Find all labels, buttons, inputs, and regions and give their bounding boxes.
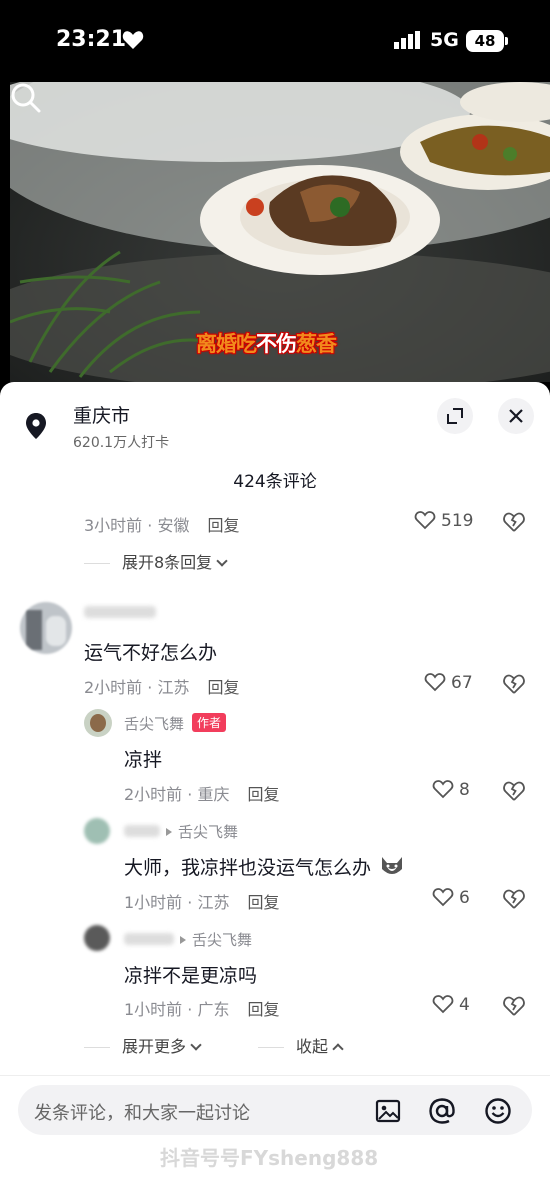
dislike-icon[interactable] [502, 672, 526, 696]
at-icon[interactable] [428, 1097, 456, 1125]
network-label: 5G [430, 29, 459, 51]
caption-part-c: 葱香 [296, 332, 337, 356]
like-count: 67 [451, 673, 473, 693]
reply-button[interactable]: 回复 [207, 678, 239, 697]
image-icon[interactable] [374, 1097, 402, 1125]
collapse-label: 收起 [296, 1037, 329, 1056]
avatar[interactable] [84, 818, 110, 844]
comment-text: 运气不好怎么办 [84, 642, 218, 664]
reply-button[interactable]: 回复 [247, 1000, 279, 1019]
close-icon [509, 409, 523, 423]
expand-replies-button[interactable]: 展开8条回复 [84, 549, 228, 573]
like-icon [432, 995, 454, 1014]
avatar[interactable] [84, 709, 112, 737]
author-tag: 作者 [192, 713, 227, 732]
reply-text: 大师，我凉拌也没运气怎么办 [124, 853, 405, 880]
reply-text: 凉拌 [124, 749, 163, 771]
close-button[interactable] [498, 398, 534, 434]
emoji-icon[interactable] [484, 1097, 512, 1125]
collapse-button[interactable]: 收起 [258, 1033, 344, 1057]
caption-part-b: 不伤 [256, 332, 297, 356]
expand-more-label: 展开更多 [122, 1037, 187, 1056]
heart-icon [122, 31, 144, 49]
reply-username[interactable]: 舌尖飞舞 作者 [124, 713, 227, 734]
video-caption: 离婚吃不伤葱香 [196, 328, 337, 358]
watermark: 抖音号号FYsheng888 [160, 1146, 379, 1170]
location-stats: 620.1万人打卡 [73, 435, 170, 451]
dislike-icon[interactable] [502, 994, 526, 1018]
reply-time-location: 1小时前 · 广东 [124, 1000, 230, 1019]
reply-meta: 1小时前 · 江苏 回复 [124, 889, 279, 913]
video-player[interactable]: 离婚吃不伤葱香 [10, 82, 550, 382]
comment-panel: 重庆市 620.1万人打卡 424条评论 3小时前 · 安徽 回复 519 展开8… [0, 382, 550, 1191]
caption-part-a: 离婚吃 [196, 332, 257, 356]
comment-meta: 2小时前 · 江苏 回复 [84, 674, 239, 698]
like-icon [432, 888, 454, 907]
reply-to-name: 舌尖飞舞 [192, 931, 253, 949]
expand-icon [447, 408, 463, 424]
like-button[interactable]: 519 [414, 510, 473, 531]
chevron-down-icon [190, 1039, 202, 1051]
comment-input-bar[interactable]: 发条评论，和大家一起讨论 [18, 1085, 532, 1135]
reply-button[interactable]: 回复 [207, 516, 239, 535]
comment-count: 424条评论 [233, 472, 317, 492]
reply-text: 凉拌不是更凉吗 [124, 965, 258, 987]
avatar[interactable] [84, 925, 110, 951]
username-blurred[interactable] [84, 604, 156, 622]
like-icon [424, 673, 446, 692]
dislike-icon[interactable] [502, 779, 526, 803]
comment-meta: 3小时前 · 安徽 回复 [84, 512, 239, 536]
reply-time-location: 2小时前 · 重庆 [124, 785, 230, 804]
chevron-up-icon [332, 1043, 344, 1055]
reply-username[interactable]: 舌尖飞舞 [124, 929, 252, 950]
blurred-name [124, 933, 174, 945]
comment-input[interactable]: 发条评论，和大家一起讨论 [34, 1099, 250, 1125]
like-button[interactable]: 67 [424, 672, 473, 693]
like-count: 519 [441, 511, 474, 531]
dislike-icon[interactable] [502, 510, 526, 534]
like-icon [414, 511, 436, 530]
reply-to-arrow-icon [180, 936, 186, 944]
expand-more-button[interactable]: 展开更多 [84, 1033, 202, 1057]
dislike-icon[interactable] [502, 887, 526, 911]
status-bar: 23:21 5G 48 [0, 0, 550, 82]
reply-meta: 1小时前 · 广东 回复 [124, 996, 279, 1020]
reply-username[interactable]: 舌尖飞舞 [124, 821, 238, 842]
like-count: 6 [459, 888, 470, 908]
avatar[interactable] [20, 602, 72, 654]
like-count: 8 [459, 780, 470, 800]
reply-meta: 2小时前 · 重庆 回复 [124, 781, 279, 805]
signal-icon [394, 31, 420, 49]
search-icon[interactable] [10, 82, 42, 114]
reply-text-content: 大师，我凉拌也没运气怎么办 [124, 857, 372, 879]
expand-button[interactable] [437, 398, 473, 434]
like-icon [432, 780, 454, 799]
blurred-name [84, 606, 156, 618]
location-pin-icon [26, 413, 46, 439]
comment-time-location: 3小时前 · 安徽 [84, 516, 190, 535]
battery-indicator: 48 [466, 30, 508, 52]
reply-time-location: 1小时前 · 江苏 [124, 893, 230, 912]
status-time: 23:21 [56, 27, 127, 52]
like-button[interactable]: 8 [432, 779, 470, 800]
chevron-down-icon [216, 555, 228, 567]
reply-button[interactable]: 回复 [247, 893, 279, 912]
location-name[interactable]: 重庆市 [73, 401, 130, 428]
author-name: 舌尖飞舞 [124, 715, 185, 733]
comment-time-location: 2小时前 · 江苏 [84, 678, 190, 697]
husky-emoji-icon [382, 857, 403, 874]
reply-button[interactable]: 回复 [247, 785, 279, 804]
blurred-name [124, 825, 160, 837]
like-button[interactable]: 4 [432, 994, 470, 1015]
expand-replies-label: 展开8条回复 [122, 553, 213, 572]
divider [0, 1075, 550, 1076]
like-count: 4 [459, 995, 470, 1015]
reply-to-arrow-icon [166, 828, 172, 836]
like-button[interactable]: 6 [432, 887, 470, 908]
reply-to-name: 舌尖飞舞 [178, 823, 239, 841]
